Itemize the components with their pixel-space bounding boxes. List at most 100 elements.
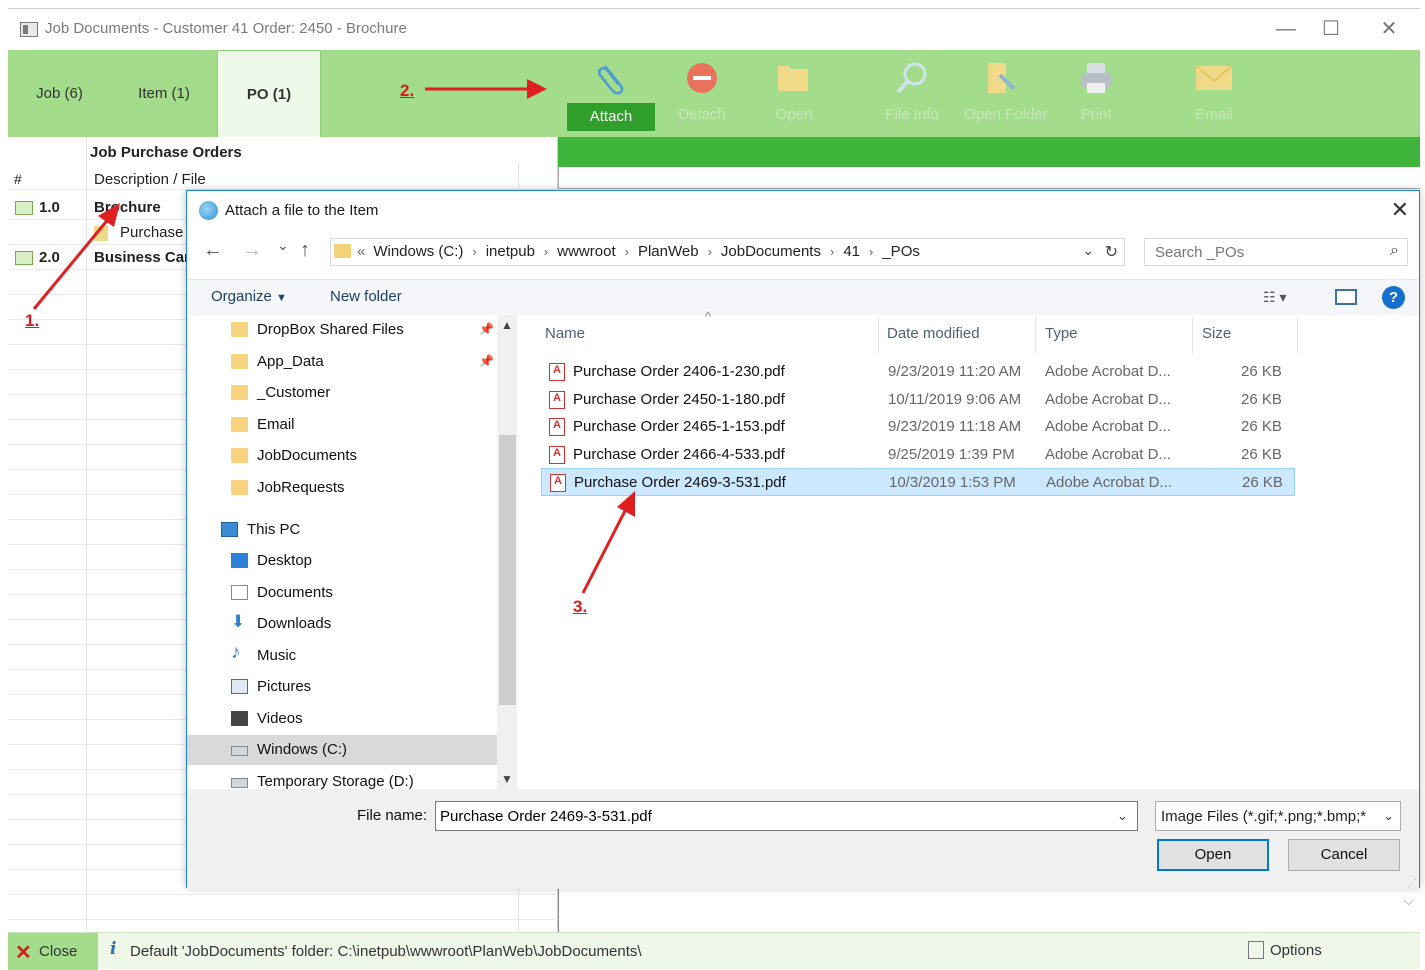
breadcrumb-inetpub[interactable]: inetpub — [486, 243, 535, 260]
forward-button[interactable]: → — [242, 239, 262, 262]
scroll-down-icon[interactable]: ⌵ — [1403, 892, 1414, 909]
file-row[interactable]: Purchase Order 2406-1-230.pdf 9/23/2019 1… — [541, 358, 1295, 386]
dialog-app-icon — [199, 201, 218, 220]
column-size[interactable]: Size — [1202, 325, 1231, 342]
nav-item[interactable]: JobRequests — [187, 473, 497, 503]
nav-item[interactable]: Documents — [187, 578, 497, 608]
file-row[interactable]: Purchase Order 2469-3-531.pdf10/3/2019 1… — [541, 468, 1295, 496]
downloads-icon: ⬇ — [231, 612, 246, 631]
breadcrumb-overflow[interactable]: « — [357, 243, 365, 260]
annotation-2: 2. — [400, 81, 415, 100]
file-date-modified: 9/23/2019 11:20 AM — [888, 363, 1022, 380]
nav-item[interactable]: App_Data 📌 — [187, 347, 497, 377]
folder-icon — [231, 448, 248, 463]
close-button[interactable]: ✕ Close — [8, 933, 98, 970]
breadcrumb-pos[interactable]: _POs — [882, 243, 920, 260]
annotation-arrow-3 — [581, 491, 635, 594]
tab-job[interactable]: Job (6) — [8, 50, 111, 137]
attach-file-dialog: Attach a file to the Item ✕ ← → ⌄ ↑ « Win… — [186, 190, 1420, 889]
file-info-button[interactable]: File Info — [868, 50, 956, 137]
chevron-down-icon: ⌄ — [1383, 808, 1394, 823]
scroll-up-icon[interactable]: ▲ — [501, 318, 513, 332]
column-type[interactable]: Type — [1045, 325, 1078, 342]
file-name-field[interactable] — [435, 801, 1138, 831]
open-folder-icon — [774, 58, 814, 98]
file-row[interactable]: Purchase Order 2466-4-533.pdf 9/25/2019 1… — [541, 441, 1295, 469]
detach-button[interactable]: Detach — [658, 50, 746, 137]
close-icon: ✕ — [15, 942, 32, 964]
maximize-button[interactable]: ☐ — [1308, 17, 1354, 43]
nav-item[interactable]: ♪ Music — [187, 641, 497, 671]
scroll-down-icon[interactable]: ▼ — [501, 772, 513, 786]
nav-item[interactable]: JobDocuments — [187, 441, 497, 471]
folder-icon — [231, 322, 248, 337]
resize-grip-icon[interactable]: ⋰ — [1407, 878, 1417, 889]
nav-item-label: Downloads — [257, 615, 332, 632]
address-bar[interactable]: «Windows (C:) › inetpub › wwwroot › PlanWeb › Jo… — [330, 238, 1125, 266]
nav-item[interactable]: DropBox Shared Files 📌 — [187, 315, 497, 345]
tab-label: Item (1) — [138, 85, 190, 102]
recent-locations-button[interactable]: ⌄ — [277, 237, 289, 254]
nav-item[interactable]: Temporary Storage (D:) — [187, 767, 497, 789]
open-button[interactable]: Open — [1157, 839, 1269, 871]
pin-icon[interactable]: 📌 — [479, 354, 494, 368]
email-button[interactable]: Email — [1170, 50, 1258, 137]
navigation-scrollbar[interactable]: ▲ ▼ — [497, 315, 517, 789]
print-button[interactable]: Print — [1052, 50, 1140, 137]
nav-item[interactable]: This PC — [187, 515, 497, 545]
printer-icon — [1076, 58, 1116, 98]
window-close-button[interactable]: ✕ — [1366, 17, 1412, 43]
breadcrumb-jobdocuments[interactable]: JobDocuments — [721, 243, 821, 260]
open-button[interactable]: Open — [750, 50, 838, 137]
preview-pane-icon[interactable] — [1335, 289, 1357, 305]
open-label: Open — [775, 106, 813, 123]
status-bar: ✕ Close i Default 'JobDocuments' folder:… — [8, 932, 1420, 970]
nav-item[interactable]: Windows (C:) — [187, 735, 497, 765]
breadcrumb-wwwroot[interactable]: wwwroot — [557, 243, 615, 260]
tab-item[interactable]: Item (1) — [111, 50, 217, 137]
help-icon[interactable]: ? — [1382, 286, 1405, 309]
nav-item[interactable]: _Customer — [187, 378, 497, 408]
back-button[interactable]: ← — [203, 239, 223, 262]
nav-item[interactable]: ⬇ Downloads — [187, 609, 497, 639]
sort-ascending-icon: ^ — [705, 309, 712, 324]
column-name[interactable]: Name — [545, 325, 585, 342]
breadcrumb-41[interactable]: 41 — [843, 243, 860, 260]
chevron-down-icon[interactable]: ⌄ — [1082, 242, 1094, 259]
cancel-button[interactable]: Cancel — [1288, 839, 1400, 871]
file-size: 26 KB — [1241, 445, 1282, 463]
up-button[interactable]: ↑ — [300, 239, 310, 262]
file-name: Purchase Order 2465-1-153.pdf — [573, 418, 785, 435]
options-button[interactable]: Options — [1270, 942, 1322, 959]
file-row[interactable]: Purchase Order 2465-1-153.pdf 9/23/2019 1… — [541, 413, 1295, 441]
breadcrumb-windows-c[interactable]: Windows (C:) — [373, 243, 463, 260]
file-type: Adobe Acrobat D... — [1045, 390, 1171, 408]
refresh-icon[interactable]: ↻ — [1105, 242, 1118, 262]
nav-item[interactable]: Email — [187, 410, 497, 440]
breadcrumb-planweb[interactable]: PlanWeb — [638, 243, 699, 260]
open-folder-button[interactable]: Open Folder — [958, 50, 1054, 137]
column-date-modified[interactable]: Date modified — [887, 325, 980, 342]
nav-item[interactable]: Videos — [187, 704, 497, 734]
scrollbar-thumb[interactable] — [499, 435, 516, 705]
new-folder-button[interactable]: New folder — [330, 288, 402, 305]
app-icon — [20, 22, 38, 37]
file-size: 26 KB — [1242, 474, 1283, 491]
email-label: Email — [1195, 106, 1233, 123]
organize-button[interactable]: Organize ▼ — [211, 288, 287, 305]
pdf-file-icon — [550, 474, 566, 492]
file-type-select[interactable]: Image Files (*.gif;*.png;*.bmp;* ⌄ — [1155, 801, 1401, 831]
attach-button[interactable]: Attach — [567, 50, 655, 137]
status-text: Default 'JobDocuments' folder: C:\inetpu… — [130, 943, 642, 960]
file-row[interactable]: Purchase Order 2450-1-180.pdf 10/11/2019 … — [541, 386, 1295, 414]
search-input[interactable]: Search _POs ⌕ — [1144, 238, 1408, 266]
dialog-close-button[interactable]: ✕ — [1391, 197, 1409, 223]
nav-item[interactable]: Pictures — [187, 672, 497, 702]
view-options-icon[interactable]: ☷ ▾ — [1263, 289, 1286, 306]
minimize-button[interactable]: — — [1263, 17, 1309, 43]
pin-icon[interactable]: 📌 — [479, 322, 494, 336]
chevron-down-icon[interactable]: ⌄ — [1117, 808, 1128, 824]
tab-po[interactable]: PO (1) — [217, 50, 321, 137]
documents-icon — [231, 585, 248, 600]
nav-item[interactable]: Desktop — [187, 546, 497, 576]
